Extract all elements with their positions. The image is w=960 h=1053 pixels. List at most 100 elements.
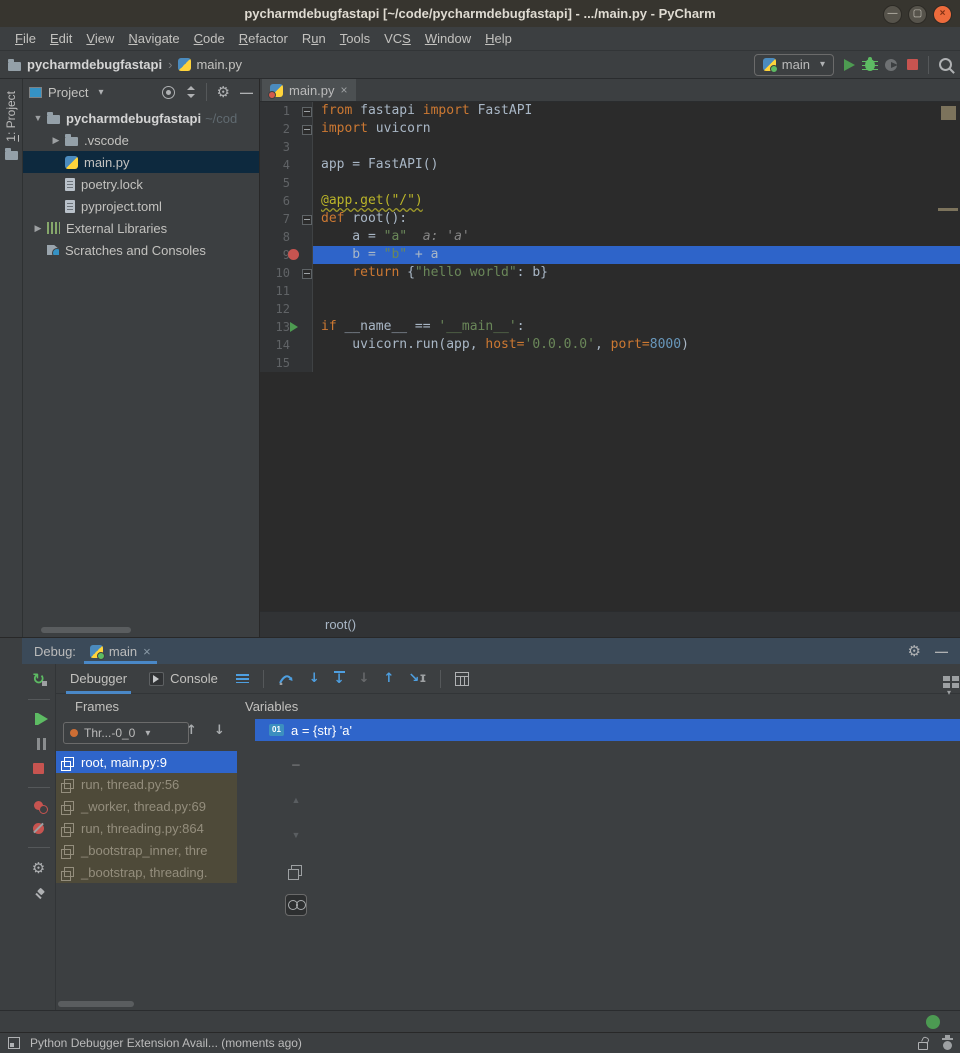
frame-row[interactable]: _worker, thread.py:69 [56, 795, 237, 817]
frame-row[interactable]: _bootstrap_inner, thre [56, 839, 237, 861]
menu-navigate[interactable]: Navigate [121, 31, 186, 46]
collapse-all-icon[interactable] [185, 86, 196, 98]
error-stripe-indicator[interactable] [941, 106, 956, 120]
menu-help[interactable]: Help [478, 31, 519, 46]
frame-row[interactable]: run, threading.py:864 [56, 817, 237, 839]
tree-expander-icon[interactable]: ▶ [29, 223, 47, 234]
stop-process-icon[interactable] [33, 763, 44, 774]
evaluate-expression-icon[interactable] [455, 672, 469, 686]
editor-gutter[interactable]: 1 [260, 102, 313, 120]
menu-tools[interactable]: Tools [333, 31, 377, 46]
code-line-12[interactable]: 12 [260, 300, 960, 318]
layout-options-icon[interactable] [236, 674, 249, 683]
stop-button[interactable] [907, 59, 918, 70]
code-line-2[interactable]: 2import uvicorn [260, 120, 960, 138]
breadcrumb-function[interactable]: root() [325, 617, 356, 632]
frame-row[interactable]: root, main.py:9 [56, 751, 237, 773]
minimize-button[interactable]: — [883, 5, 902, 24]
breadcrumb-file[interactable]: main.py [196, 57, 242, 72]
code-line-1[interactable]: 1from fastapi import FastAPI [260, 102, 960, 120]
tree-expander-icon[interactable]: ▶ [47, 135, 65, 146]
code-text[interactable]: app = FastAPI() [313, 156, 960, 174]
fold-marker-icon[interactable] [302, 107, 312, 117]
run-line-icon[interactable] [290, 322, 298, 332]
editor-tab-mainpy[interactable]: main.py × [262, 79, 356, 101]
tree-item-external-libraries[interactable]: ▶External Libraries [23, 217, 259, 239]
debug-session-tab[interactable]: main × [84, 638, 157, 664]
remove-watch-icon[interactable]: − [285, 754, 307, 776]
frames-horizontal-scrollbar[interactable] [58, 1001, 134, 1007]
code-line-15[interactable]: 15 [260, 354, 960, 372]
coverage-button[interactable] [885, 59, 897, 71]
frame-row[interactable]: run, thread.py:56 [56, 773, 237, 795]
hide-debug-panel-icon[interactable]: — [935, 644, 948, 659]
tree-expander-icon[interactable]: ▼ [29, 113, 47, 123]
frame-up-icon[interactable]: ↑ [186, 724, 197, 738]
menu-vcs[interactable]: VCS [377, 31, 418, 46]
editor-gutter[interactable]: 12 [260, 300, 313, 318]
event-log-button[interactable] [926, 1015, 960, 1029]
code-editor[interactable]: 1from fastapi import FastAPI2import uvic… [260, 102, 960, 612]
show-values-inline-icon[interactable] [288, 900, 298, 910]
search-everywhere-icon[interactable] [939, 58, 952, 71]
copy-stack-icon[interactable] [291, 865, 302, 876]
code-text[interactable]: @app.get("/") [313, 192, 960, 210]
code-text[interactable]: if __name__ == '__main__': [313, 318, 960, 336]
variable-row[interactable]: 01a = {str} 'a' [255, 719, 960, 741]
fold-marker-icon[interactable] [302, 269, 312, 279]
code-text[interactable]: uvicorn.run(app, host='0.0.0.0', port=80… [313, 336, 960, 354]
run-configuration-select[interactable]: main [754, 54, 834, 76]
hide-panel-icon[interactable]: — [240, 85, 253, 100]
menu-view[interactable]: View [79, 31, 121, 46]
editor-gutter[interactable]: 15 [260, 354, 313, 372]
tree-item-poetry-lock[interactable]: poetry.lock [23, 173, 259, 195]
editor-gutter[interactable]: 13 [260, 318, 313, 336]
rerun-icon[interactable]: ↻ [32, 672, 45, 686]
code-text[interactable] [313, 282, 960, 300]
editor-gutter[interactable]: 2 [260, 120, 313, 138]
tree-item-pyproject-toml[interactable]: pyproject.toml [23, 195, 259, 217]
code-text[interactable]: a = "a" a: 'a' [313, 228, 960, 246]
fold-marker-icon[interactable] [302, 125, 312, 135]
lock-icon[interactable] [918, 1042, 928, 1050]
execution-line[interactable]: b = "b" + a [313, 246, 960, 264]
editor-gutter[interactable]: 6 [260, 192, 313, 210]
move-down-icon[interactable]: ▼ [285, 824, 307, 846]
project-settings-gear-icon[interactable]: ⚙ [217, 85, 230, 100]
tab-debugger[interactable]: Debugger [66, 664, 131, 694]
code-line-3[interactable]: 3 [260, 138, 960, 156]
code-text[interactable]: return {"hello world": b} [313, 264, 960, 282]
session-close-icon[interactable]: × [143, 644, 151, 659]
editor-gutter[interactable]: 14 [260, 336, 313, 354]
code-line-13[interactable]: 13if __name__ == '__main__': [260, 318, 960, 336]
debug-button[interactable] [865, 59, 875, 71]
menu-file[interactable]: File [8, 31, 43, 46]
tool-window-switcher-icon[interactable] [8, 1037, 20, 1049]
code-text[interactable]: from fastapi import FastAPI [313, 102, 960, 120]
code-line-10[interactable]: 10 return {"hello world": b} [260, 264, 960, 282]
move-up-icon[interactable]: ▲ [285, 789, 307, 811]
editor-gutter[interactable]: 7 [260, 210, 313, 228]
breadcrumb-project[interactable]: pycharmdebugfastapi [27, 57, 162, 72]
view-breakpoints-icon[interactable] [34, 801, 43, 810]
code-text[interactable] [313, 300, 960, 318]
force-step-into-icon[interactable]: ↓ [359, 672, 370, 686]
tab-console[interactable]: Console [145, 664, 222, 694]
thread-selector[interactable]: Thr...-0_0 [63, 722, 189, 744]
code-line-4[interactable]: 4app = FastAPI() [260, 156, 960, 174]
run-button[interactable] [844, 59, 855, 71]
tree-item-main-py[interactable]: main.py [23, 151, 259, 173]
step-into-icon[interactable]: ↓ [309, 672, 320, 686]
step-out-icon[interactable]: ↑ [384, 672, 395, 686]
editor-gutter[interactable]: 4 [260, 156, 313, 174]
tree-item--vscode[interactable]: ▶.vscode [23, 129, 259, 151]
resume-program-icon[interactable] [38, 713, 48, 725]
status-message[interactable]: Python Debugger Extension Avail... (mome… [30, 1036, 302, 1050]
inspections-hector-icon[interactable] [943, 1041, 952, 1050]
code-line-14[interactable]: 14 uvicorn.run(app, host='0.0.0.0', port… [260, 336, 960, 354]
pause-program-icon[interactable] [37, 738, 40, 750]
editor-gutter[interactable]: 11 [260, 282, 313, 300]
pin-tab-icon[interactable] [33, 889, 45, 901]
menu-run[interactable]: Run [295, 31, 333, 46]
step-into-my-code-icon[interactable]: ↓ [334, 671, 345, 687]
